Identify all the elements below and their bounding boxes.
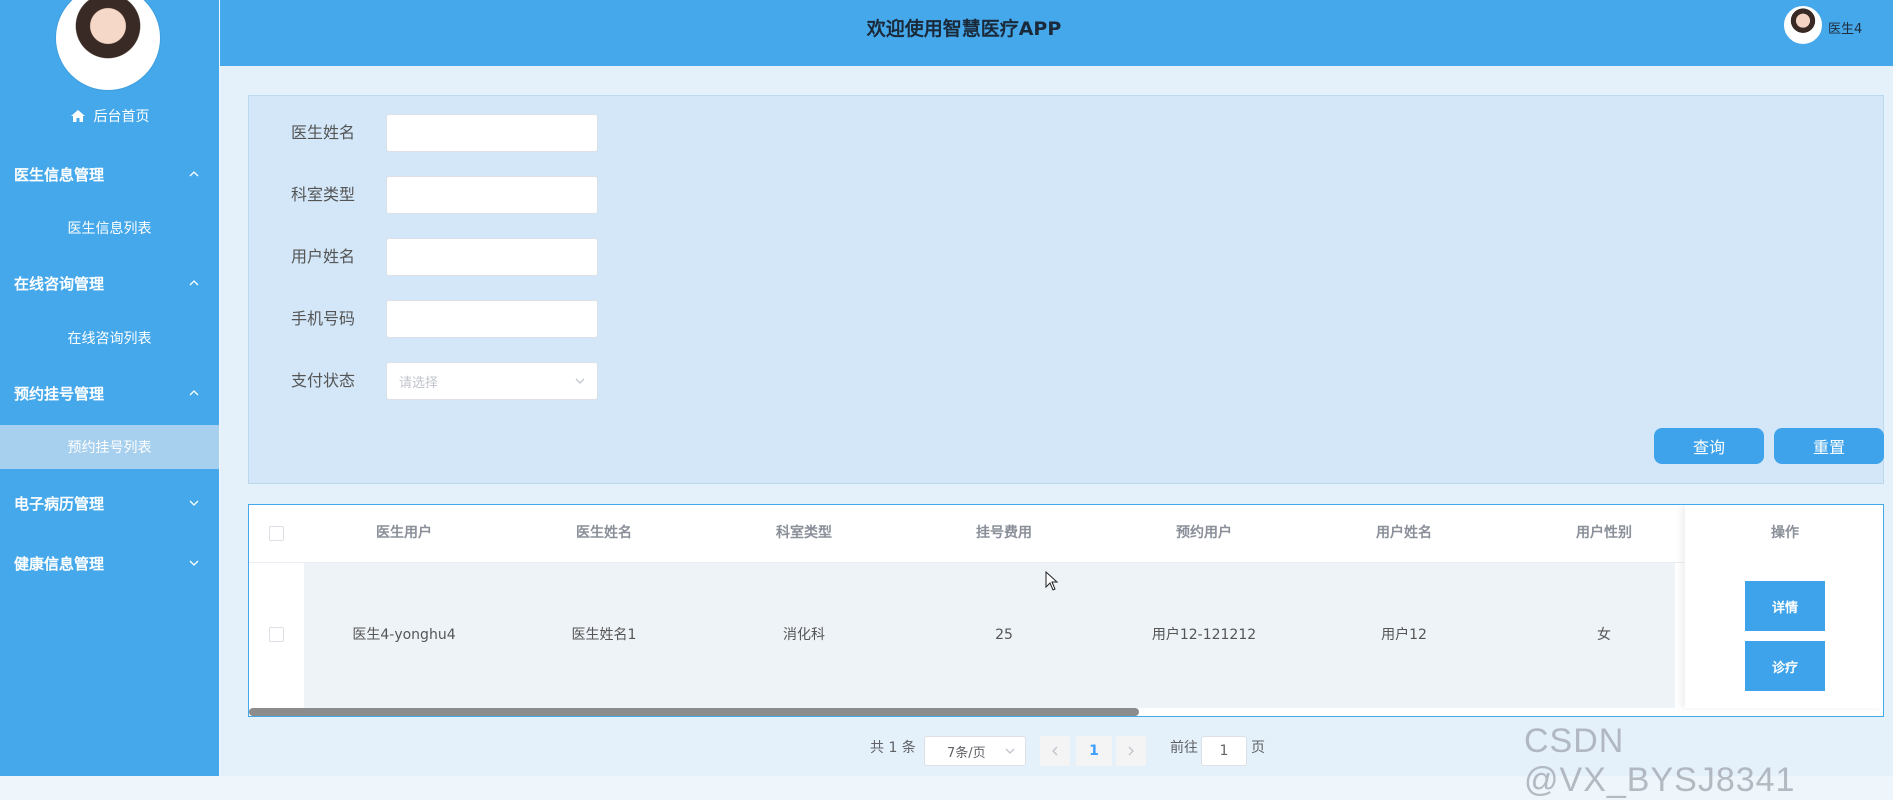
table-cell: 用户12-121212 [1151, 627, 1257, 643]
menu-group-label: 健康信息管理 [14, 554, 105, 573]
chevron-up-icon [189, 280, 199, 286]
goto-page-input[interactable]: 1 [1201, 736, 1247, 766]
horizontal-scrollbar[interactable] [249, 708, 1139, 716]
row-checkbox[interactable] [269, 627, 284, 642]
goto-label: 前往 [1170, 740, 1198, 756]
query-button[interactable]: 查询 [1654, 428, 1764, 464]
menu-group-health-info[interactable]: 健康信息管理 [0, 541, 219, 585]
phone-label: 手机号码 [291, 309, 356, 328]
sidebar: 后台首页 医生信息管理 医生信息列表 在线咨询管理 在线咨询列表 预约挂号管理 … [0, 0, 219, 776]
chevron-down-icon [1005, 748, 1015, 754]
menu-item-appointment-list[interactable]: 预约挂号列表 [0, 425, 219, 469]
main-content: 医生姓名 科室类型 用户姓名 手机号码 支付状态 请选择 查询 重置 医生用户 … [220, 66, 1893, 776]
page-number[interactable]: 1 [1076, 736, 1112, 766]
department-type-input[interactable] [386, 176, 598, 214]
sidebar-avatar [56, 0, 160, 90]
menu-group-label: 在线咨询管理 [14, 274, 105, 293]
menu-group-emr[interactable]: 电子病历管理 [0, 481, 219, 525]
operation-column: 操作 详情 诊疗 [1685, 505, 1883, 708]
column-header: 预约用户 [1176, 525, 1232, 541]
user-name[interactable]: 医生4 [1828, 18, 1862, 37]
pay-status-select[interactable]: 请选择 [386, 362, 598, 400]
menu-item-doctor-list[interactable]: 医生信息列表 [0, 206, 219, 250]
doctor-name-label: 医生姓名 [291, 123, 356, 142]
menu-item-label: 在线咨询列表 [67, 331, 152, 347]
watermark: CSDN @VX_BYSJ8341 [1524, 722, 1796, 799]
doctor-name-input[interactable] [386, 114, 598, 152]
sidebar-home-link[interactable]: 后台首页 [0, 103, 219, 129]
app-title: 欢迎使用智慧医疗APP [866, 18, 1062, 40]
select-all-checkbox[interactable] [269, 526, 284, 541]
chevron-down-icon [189, 560, 199, 566]
treat-button[interactable]: 诊疗 [1745, 641, 1825, 691]
table-cell: 消化科 [783, 627, 825, 643]
search-panel: 医生姓名 科室类型 用户姓名 手机号码 支付状态 请选择 查询 重置 [248, 95, 1884, 484]
user-name-label: 用户姓名 [291, 247, 356, 266]
pay-status-label: 支付状态 [291, 371, 356, 390]
home-icon [70, 110, 85, 122]
menu-group-label: 电子病历管理 [14, 494, 105, 513]
phone-input[interactable] [386, 300, 598, 338]
user-name-input[interactable] [386, 238, 598, 276]
data-table: 医生用户 医生姓名 科室类型 挂号费用 预约用户 用户姓名 用户性别 医生4-y… [248, 504, 1884, 717]
chevron-up-icon [189, 171, 199, 177]
chevron-left-icon [1052, 746, 1058, 756]
page-size-value: 7条/页 [947, 745, 986, 761]
menu-group-label: 预约挂号管理 [14, 384, 105, 403]
page-suffix: 页 [1251, 740, 1265, 756]
top-header: 欢迎使用智慧医疗APP 医生4 [220, 0, 1893, 66]
chevron-right-icon [1128, 746, 1134, 756]
menu-group-label: 医生信息管理 [14, 165, 105, 184]
table-cell: 25 [995, 627, 1013, 643]
reset-button[interactable]: 重置 [1774, 428, 1884, 464]
menu-item-label: 医生信息列表 [67, 221, 152, 237]
table-cell: 用户12 [1381, 627, 1427, 643]
column-header: 医生用户 [376, 525, 432, 541]
menu-group-consult[interactable]: 在线咨询管理 [0, 261, 219, 305]
home-label: 后台首页 [93, 109, 150, 125]
table-row[interactable]: 医生4-yonghu4 医生姓名1 消化科 25 用户12-121212 用户1… [249, 563, 1883, 708]
table-cell: 医生姓名1 [571, 627, 637, 643]
column-header: 医生姓名 [576, 525, 632, 541]
pay-status-placeholder: 请选择 [399, 375, 439, 391]
menu-group-doctor-info[interactable]: 医生信息管理 [0, 152, 219, 196]
user-avatar[interactable] [1784, 6, 1822, 44]
menu-item-consult-list[interactable]: 在线咨询列表 [0, 316, 219, 360]
mouse-cursor-icon [1045, 571, 1059, 591]
chevron-up-icon [189, 390, 199, 396]
table-cell: 女 [1597, 627, 1611, 643]
pagination-total: 共 1 条 [870, 740, 916, 756]
menu-group-appointment[interactable]: 预约挂号管理 [0, 371, 219, 415]
detail-button[interactable]: 详情 [1745, 581, 1825, 631]
table-cell: 医生4-yonghu4 [352, 627, 456, 643]
chevron-down-icon [575, 378, 585, 384]
next-page-button[interactable] [1116, 736, 1146, 766]
chevron-down-icon [189, 500, 199, 506]
menu-item-label: 预约挂号列表 [67, 440, 152, 456]
column-header: 科室类型 [776, 525, 832, 541]
column-header: 用户性别 [1576, 525, 1632, 541]
column-header: 用户姓名 [1376, 525, 1432, 541]
column-header: 操作 [1771, 525, 1799, 541]
column-header: 挂号费用 [976, 525, 1032, 541]
prev-page-button[interactable] [1040, 736, 1070, 766]
table-header: 医生用户 医生姓名 科室类型 挂号费用 预约用户 用户姓名 用户性别 [249, 505, 1883, 563]
department-type-label: 科室类型 [291, 185, 356, 204]
page-size-select[interactable]: 7条/页 [924, 736, 1026, 766]
